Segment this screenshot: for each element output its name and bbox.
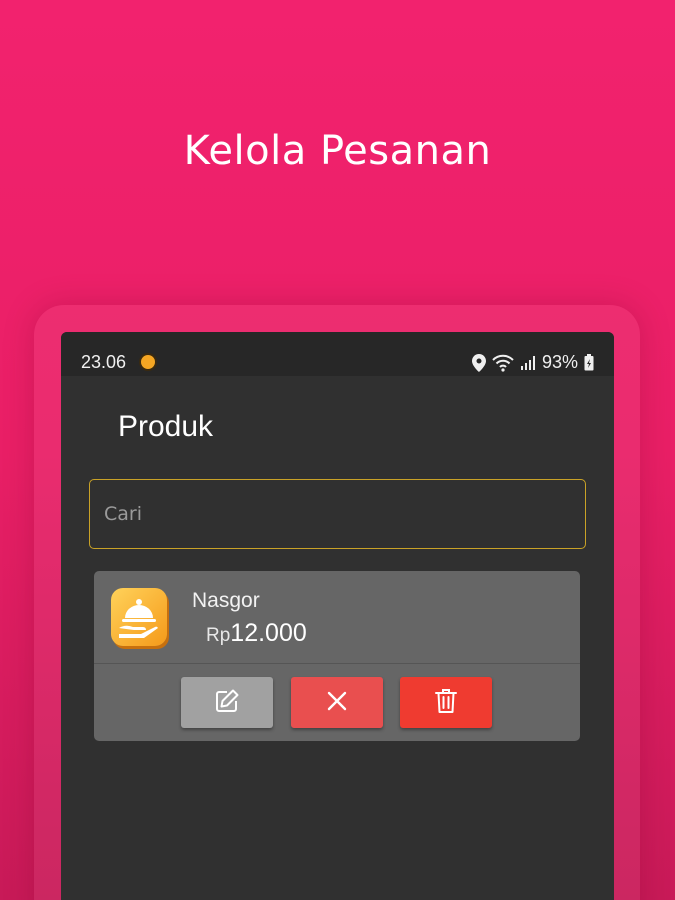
search-field[interactable] [89,479,586,549]
price-value: 12.000 [230,619,307,647]
close-button[interactable] [291,677,383,728]
edit-icon [214,688,240,717]
battery-percent: 93% [541,352,578,372]
location-icon [471,353,486,372]
close-icon [326,690,348,715]
delete-button[interactable] [400,677,492,728]
product-card-content: Nasgor Rp12.000 [94,571,580,663]
promo-headline: Kelola Pesanan [183,128,492,174]
status-time: 23.06 [81,352,127,372]
wifi-icon [492,354,514,372]
card-divider [94,663,580,664]
status-bar: 23.06 93% [61,332,614,376]
food-cloche-icon [111,588,167,646]
notification-app-icon [139,353,157,371]
product-name: Nasgor [192,589,260,612]
status-indicators: 93% [471,352,594,373]
edit-button[interactable] [181,677,273,728]
signal-icon [520,355,536,371]
trash-icon [434,688,458,717]
search-input[interactable] [90,480,585,548]
phone-screen: 23.06 93% Produk Cari Nasgor Rp12.000 [61,332,614,900]
battery-icon [584,354,594,371]
price-currency: Rp [206,625,231,646]
product-price: Rp12.000 [206,619,307,648]
page-title: Produk [118,410,214,443]
product-card[interactable]: Nasgor Rp12.000 [94,571,580,741]
